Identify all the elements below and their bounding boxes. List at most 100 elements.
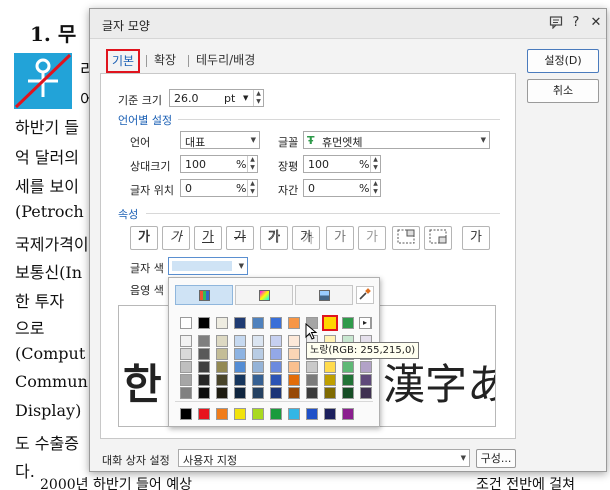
spinner-arrows-icon[interactable]: ▲ ▼ — [370, 180, 380, 196]
color-swatch[interactable] — [234, 335, 246, 347]
shadow-button[interactable]: 가 — [292, 226, 320, 250]
base-size-spinner[interactable]: 26.0 pt ▼ ▲ ▼ — [169, 89, 264, 107]
tab-basic[interactable]: 기본 — [106, 49, 141, 73]
more-colors-arrow[interactable]: ▸ — [359, 317, 371, 329]
color-swatch[interactable] — [252, 387, 264, 399]
engrave-button[interactable]: 가 — [358, 226, 386, 250]
color-swatch[interactable] — [198, 348, 210, 360]
underline-button[interactable]: 가 — [194, 226, 222, 250]
color-swatch[interactable] — [270, 408, 282, 420]
color-swatch[interactable] — [216, 361, 228, 373]
color-swatch[interactable] — [360, 361, 372, 373]
color-swatch[interactable] — [198, 387, 210, 399]
color-swatch[interactable] — [234, 387, 246, 399]
subscript-button[interactable] — [424, 226, 452, 250]
ok-button[interactable]: 설정(D) — [527, 49, 599, 73]
tab-border-background[interactable]: 테두리/배경 — [196, 49, 255, 73]
color-swatch[interactable] — [324, 361, 336, 373]
font-select[interactable]: Ŧ 휴먼엣체 ▼ — [303, 131, 490, 149]
color-swatch[interactable] — [342, 361, 354, 373]
color-swatch[interactable] — [234, 408, 246, 420]
color-swatch[interactable] — [324, 387, 336, 399]
color-swatch[interactable] — [288, 348, 300, 360]
color-swatch[interactable] — [180, 335, 192, 347]
color-swatch[interactable] — [270, 374, 282, 386]
spacing-spinner[interactable]: 0 % ▲ ▼ — [303, 179, 381, 197]
close-button[interactable]: ✕ — [588, 15, 604, 31]
language-select[interactable]: 대표 ▼ — [180, 131, 260, 149]
color-swatch[interactable] — [180, 387, 192, 399]
color-swatch[interactable] — [180, 374, 192, 386]
superscript-button[interactable] — [392, 226, 420, 250]
color-swatch[interactable] — [216, 348, 228, 360]
color-swatch[interactable] — [216, 387, 228, 399]
color-swatch[interactable] — [306, 387, 318, 399]
color-swatch[interactable] — [252, 361, 264, 373]
dialog-titlebar[interactable]: 글자 모양 ? ✕ — [90, 9, 606, 39]
color-swatch[interactable] — [288, 317, 300, 329]
color-swatch[interactable] — [198, 374, 210, 386]
color-swatch[interactable] — [234, 374, 246, 386]
relative-size-spinner[interactable]: 100 % ▲ ▼ — [180, 155, 258, 173]
outline-button[interactable]: 가 — [260, 226, 288, 250]
bold-button[interactable]: 가 — [130, 226, 158, 250]
text-color-select[interactable]: ▼ — [168, 257, 248, 275]
color-swatch[interactable] — [216, 317, 228, 329]
spinner-arrows-icon[interactable]: ▲ ▼ — [247, 180, 257, 196]
palette-tab-spectrum[interactable] — [235, 285, 293, 305]
color-swatch[interactable] — [306, 374, 318, 386]
color-swatch[interactable] — [360, 387, 372, 399]
color-swatch[interactable] — [252, 374, 264, 386]
spinner-arrows-icon[interactable]: ▲ ▼ — [253, 90, 263, 106]
color-swatch[interactable] — [306, 408, 318, 420]
palette-tab-image[interactable] — [295, 285, 353, 305]
comment-icon[interactable] — [548, 15, 564, 31]
color-swatch[interactable] — [306, 361, 318, 373]
palette-tab-theme[interactable] — [175, 285, 233, 305]
eyedropper-button[interactable] — [356, 286, 374, 304]
color-swatch[interactable] — [198, 317, 210, 329]
color-swatch[interactable] — [252, 408, 264, 420]
width-ratio-spinner[interactable]: 100 % ▲ ▼ — [303, 155, 381, 173]
color-swatch[interactable] — [252, 317, 264, 329]
color-swatch[interactable] — [198, 408, 210, 420]
color-swatch[interactable] — [180, 408, 192, 420]
color-swatch[interactable] — [234, 317, 246, 329]
color-swatch[interactable] — [216, 408, 228, 420]
color-swatch[interactable] — [342, 374, 354, 386]
config-button[interactable]: 구성... — [476, 449, 516, 468]
color-swatch[interactable] — [270, 317, 282, 329]
color-swatch[interactable] — [198, 361, 210, 373]
color-swatch[interactable] — [270, 335, 282, 347]
color-swatch[interactable] — [216, 374, 228, 386]
emboss-button[interactable]: 가 — [326, 226, 354, 250]
color-swatch[interactable] — [288, 335, 300, 347]
color-swatch[interactable] — [252, 335, 264, 347]
color-swatch[interactable] — [288, 374, 300, 386]
color-swatch[interactable] — [234, 348, 246, 360]
color-swatch[interactable] — [234, 361, 246, 373]
color-swatch[interactable] — [252, 348, 264, 360]
color-swatch-selected[interactable] — [322, 315, 338, 331]
color-swatch[interactable] — [180, 361, 192, 373]
color-swatch[interactable] — [342, 408, 354, 420]
cancel-button[interactable]: 취소 — [527, 79, 599, 103]
spinner-arrows-icon[interactable]: ▲ ▼ — [370, 156, 380, 172]
color-swatch[interactable] — [198, 335, 210, 347]
position-spinner[interactable]: 0 % ▲ ▼ — [180, 179, 258, 197]
color-swatch[interactable] — [270, 348, 282, 360]
unit-dropdown-icon[interactable]: ▼ — [243, 94, 248, 102]
color-swatch[interactable] — [288, 408, 300, 420]
color-swatch[interactable] — [180, 348, 192, 360]
color-swatch[interactable] — [360, 374, 372, 386]
color-swatch[interactable] — [216, 335, 228, 347]
color-swatch[interactable] — [270, 361, 282, 373]
spinner-arrows-icon[interactable]: ▲ ▼ — [247, 156, 257, 172]
normal-button[interactable]: 가 — [462, 226, 490, 250]
color-swatch[interactable] — [180, 317, 192, 329]
color-swatch[interactable] — [324, 408, 336, 420]
italic-button[interactable]: 가 — [162, 226, 190, 250]
strikethrough-button[interactable]: 가 — [226, 226, 254, 250]
help-button[interactable]: ? — [568, 15, 584, 31]
dialog-setting-select[interactable]: 사용자 지정 ▼ — [178, 449, 470, 467]
